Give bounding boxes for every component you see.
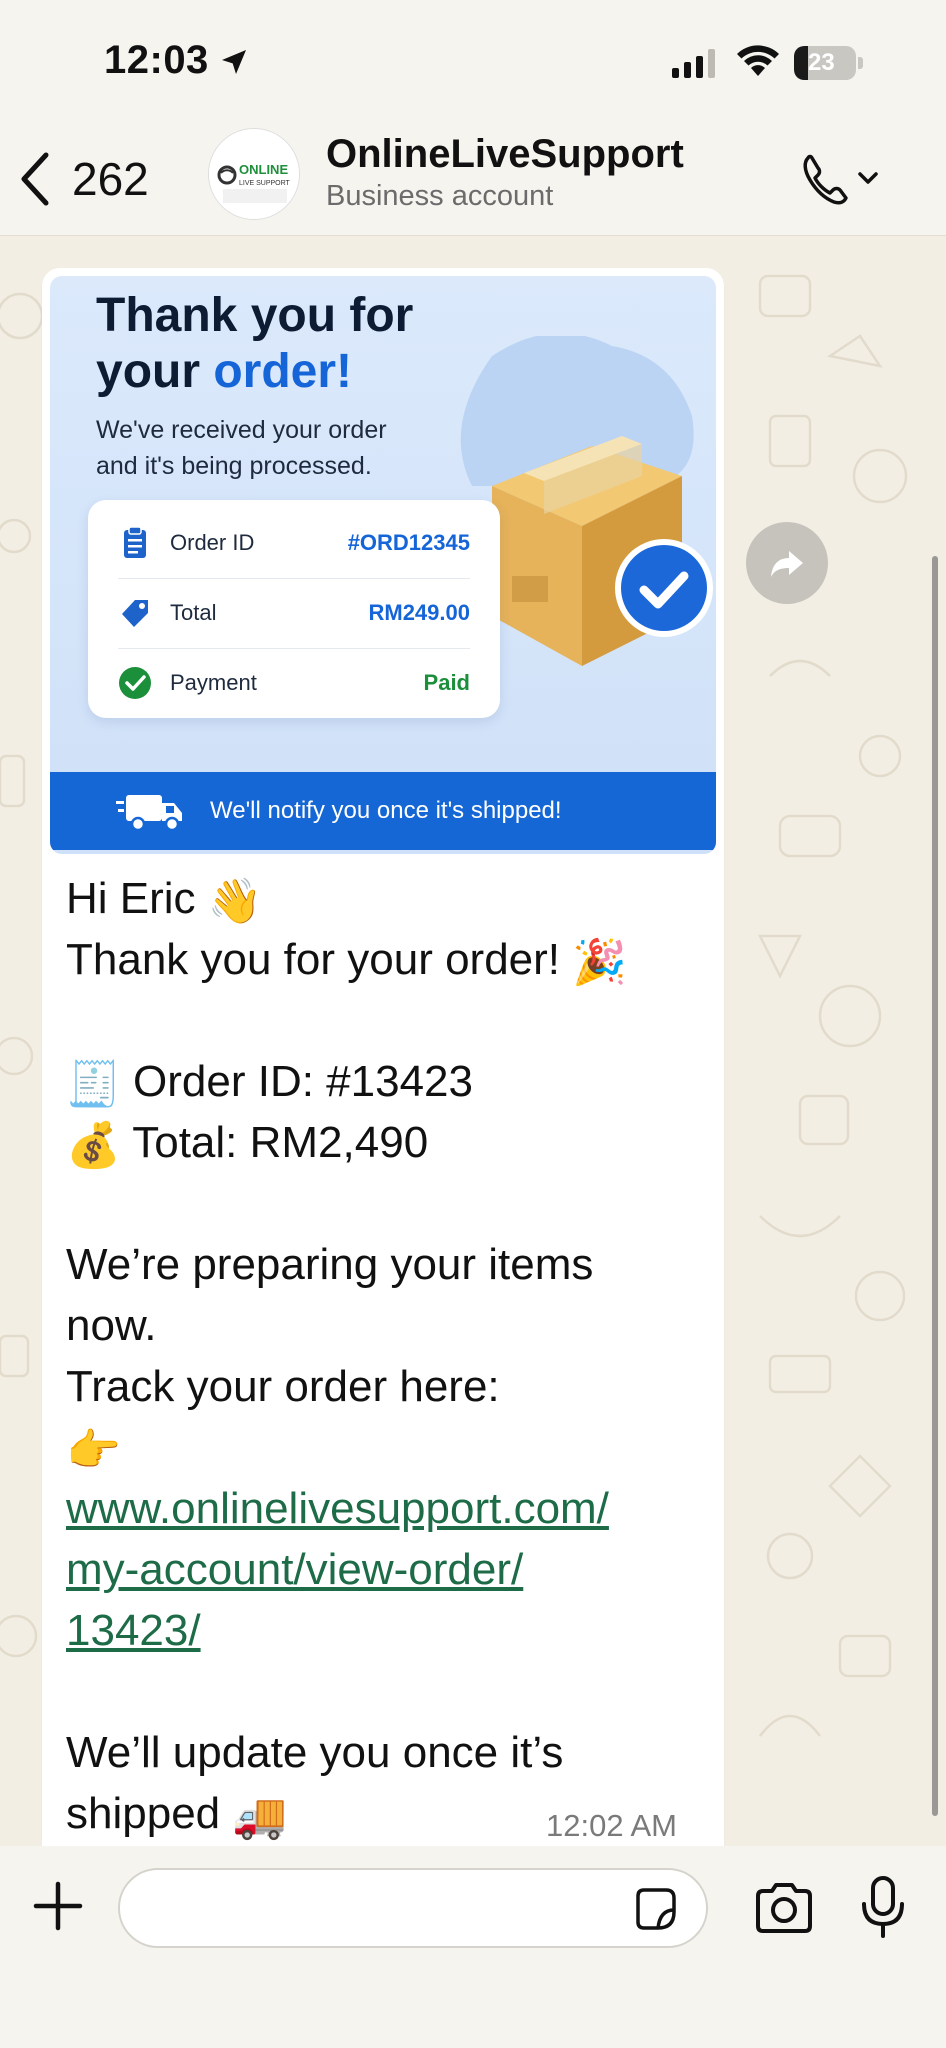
order-row-total: Total RM249.00 xyxy=(118,578,470,648)
check-circle-icon xyxy=(119,667,151,699)
wifi-icon xyxy=(737,45,779,76)
message-timestamp: 12:02 AM xyxy=(546,1808,677,1843)
cellular-signal-icon xyxy=(672,49,715,78)
microphone-button[interactable] xyxy=(858,1874,908,1940)
back-button[interactable]: 262 xyxy=(16,144,176,214)
clipboard-icon xyxy=(124,526,146,558)
order-confirmation-image[interactable]: Thank you for your order! We've received… xyxy=(50,276,716,854)
camera-button[interactable] xyxy=(752,1880,816,1936)
attach-plus-button[interactable] xyxy=(30,1878,86,1934)
chevron-left-icon xyxy=(21,152,49,206)
order-link-end[interactable]: 13423/ xyxy=(66,1606,201,1655)
shipping-banner: We'll notify you once it's shipped! xyxy=(50,772,716,850)
message-bubble[interactable]: Thank you for your order! We've received… xyxy=(42,268,724,1846)
receipt-emoji: 🧾 xyxy=(66,1059,121,1109)
input-bar xyxy=(0,1846,946,2048)
location-arrow-icon xyxy=(222,50,246,74)
avatar[interactable]: ONLINE LIVE SUPPORT xyxy=(208,128,300,220)
battery-percent: 23 xyxy=(808,49,835,76)
svg-text:ONLINE: ONLINE xyxy=(239,162,288,177)
phone-icon xyxy=(803,154,848,205)
phone-call-button[interactable] xyxy=(794,144,890,214)
chat-area[interactable]: Thank you for your order! We've received… xyxy=(0,236,946,1846)
sticker-button[interactable] xyxy=(630,1884,680,1934)
forward-button[interactable] xyxy=(746,522,828,604)
point-right-emoji: 👉 xyxy=(66,1425,121,1475)
order-link[interactable]: www.onlinelivesupport.com/ xyxy=(66,1484,609,1533)
message-input[interactable] xyxy=(118,1868,708,1948)
contact-subtitle: Business account xyxy=(326,180,554,212)
chat-header: 262 ONLINE LIVE SUPPORT OnlineLiveSuppor… xyxy=(0,120,946,236)
share-arrow-icon xyxy=(771,551,803,577)
svg-text:LIVE SUPPORT: LIVE SUPPORT xyxy=(239,180,291,187)
order-row-payment: Payment Paid xyxy=(118,648,470,718)
price-tag-icon xyxy=(122,600,148,627)
chevron-down-icon xyxy=(858,172,878,184)
truck-icon xyxy=(116,795,182,832)
money-bag-emoji: 💰 xyxy=(66,1120,121,1170)
order-link-cont[interactable]: my-account/view-order/ xyxy=(66,1545,523,1594)
delivery-truck-emoji: 🚚 xyxy=(232,1791,288,1841)
order-row-id: Order ID #ORD12345 xyxy=(118,508,470,578)
online-live-support-logo: ONLINE LIVE SUPPORT xyxy=(209,129,299,219)
unread-count: 262 xyxy=(72,153,149,205)
battery-indicator: 23 xyxy=(794,46,863,80)
scrollbar[interactable] xyxy=(932,556,938,1816)
wave-emoji: 👋 xyxy=(207,876,263,926)
party-popper-emoji: 🎉 xyxy=(572,937,628,987)
promo-subtitle: We've received your order and it's being… xyxy=(96,416,387,480)
status-bar: 12:03 23 xyxy=(0,0,946,120)
contact-name[interactable]: OnlineLiveSupport xyxy=(326,132,684,177)
promo-title: Thank you for your order! xyxy=(96,289,414,398)
message-text: Hi Eric 👋 Thank you for your order! 🎉 🧾 … xyxy=(66,868,706,1844)
status-time: 12:03 xyxy=(104,38,209,82)
order-summary-card: Order ID #ORD12345 Total RM249.00 Paymen… xyxy=(88,500,500,718)
